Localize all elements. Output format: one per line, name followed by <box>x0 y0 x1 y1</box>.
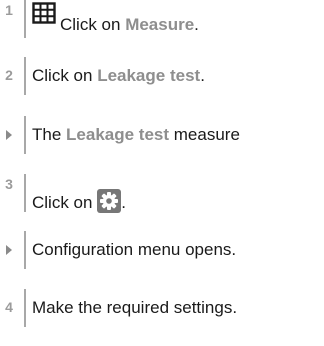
grid-table-icon <box>32 2 56 24</box>
result-arrow-icon <box>6 245 12 255</box>
result-text: Configuration menu opens. <box>32 240 237 259</box>
step-text: Click on . <box>32 189 126 213</box>
result-text: The Leakage test measure <box>32 125 240 145</box>
step-text: Make the required settings. <box>32 298 238 317</box>
step-suffix: . <box>200 66 205 85</box>
step-prefix: Click on <box>32 193 98 212</box>
step-rule <box>24 0 26 38</box>
leakage-test-name: Leakage test <box>66 125 170 144</box>
step-prefix: Click on <box>32 66 98 85</box>
step-3: 3 Click on . <box>0 174 324 213</box>
result-prefix: The <box>32 125 67 144</box>
step-rule <box>24 231 26 269</box>
step-rule <box>24 116 26 154</box>
step-text: Click on Measure. <box>60 15 199 35</box>
menu-leakage-test-link: Leakage test <box>97 66 201 85</box>
step-1: 1 Click on Measure. <box>0 0 324 38</box>
step-number: 3 <box>5 176 13 192</box>
step-number: 4 <box>5 299 13 315</box>
step-number: 1 <box>5 2 13 18</box>
step-text: Click on Leakage test. <box>32 66 205 86</box>
step-rule <box>24 289 26 327</box>
result-2: Configuration menu opens. <box>0 231 324 269</box>
step-prefix: Click on <box>60 15 126 34</box>
step-4: 4 Make the required settings. <box>0 289 324 327</box>
step-suffix: . <box>121 193 126 212</box>
result-arrow-icon <box>6 130 12 140</box>
step-number: 2 <box>5 67 13 83</box>
result-suffix: measure <box>169 125 240 144</box>
step-rule <box>24 174 26 212</box>
step-2: 2 Click on Leakage test. <box>0 57 324 95</box>
result-1: The Leakage test measure <box>0 116 324 154</box>
gear-icon <box>97 189 122 213</box>
step-rule <box>24 57 26 95</box>
menu-measure-link: Measure <box>125 15 195 34</box>
step-suffix: . <box>194 15 199 34</box>
